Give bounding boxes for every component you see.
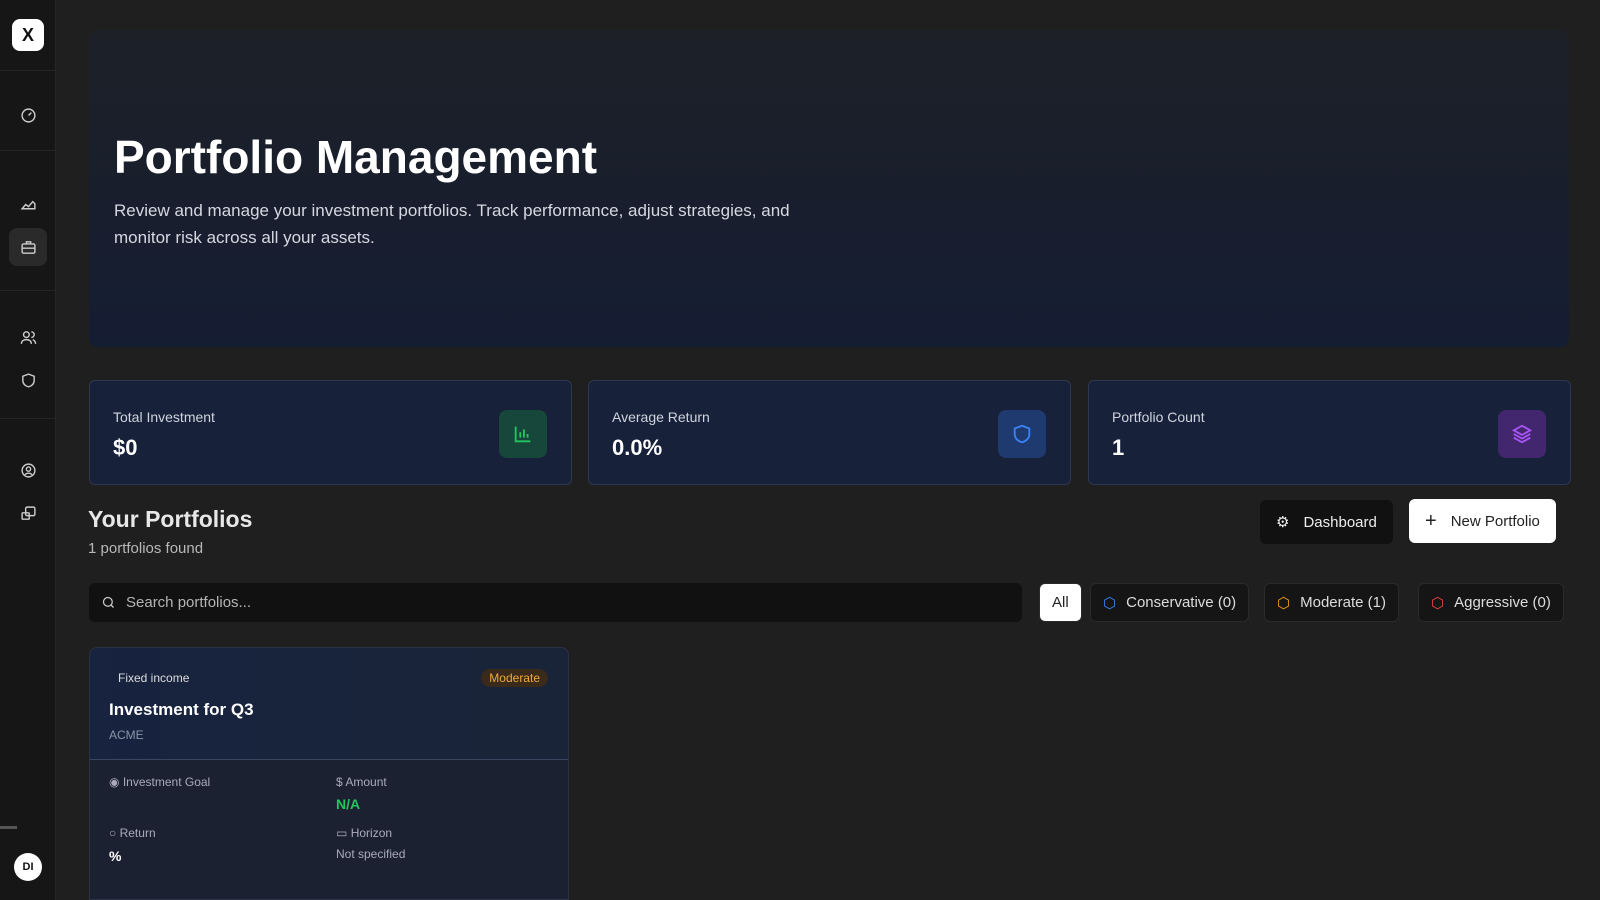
bar-chart-icon	[499, 410, 547, 458]
shield-icon: ⬡	[1277, 594, 1291, 612]
user-circle-icon	[20, 462, 36, 478]
dollar-icon: $	[336, 775, 343, 789]
sidebar-item-clients[interactable]	[9, 318, 47, 356]
search-bar	[89, 583, 1022, 622]
calendar-icon: ▭	[336, 826, 348, 840]
area-chart-icon	[20, 200, 36, 209]
devices-icon	[20, 505, 36, 520]
goal-label: ◉ Investment Goal	[109, 775, 211, 789]
app-logo[interactable]: X	[12, 19, 44, 51]
section-title: Your Portfolios	[88, 506, 253, 532]
divider	[0, 70, 56, 71]
stat-value: $0	[113, 435, 138, 460]
sidebar-item-devices[interactable]	[9, 494, 47, 532]
gear-icon: ⚙	[1276, 514, 1290, 531]
sidebar-item-profile[interactable]	[9, 451, 47, 489]
filter-all[interactable]: All	[1039, 583, 1082, 622]
stat-value: 1	[1112, 435, 1125, 460]
new-portfolio-button[interactable]: + New Portfolio	[1409, 499, 1556, 543]
stat-label: Average Return	[612, 409, 710, 425]
new-portfolio-label: New Portfolio	[1450, 512, 1540, 530]
filter-moderate[interactable]: ⬡ Moderate (1)	[1264, 583, 1399, 622]
target-icon: ◉	[109, 775, 120, 789]
divider	[0, 150, 56, 151]
page-title: Portfolio Management	[114, 131, 598, 183]
avatar[interactable]: DI	[14, 853, 42, 881]
portfolio-type: Fixed income	[118, 671, 190, 685]
sidebar-item-dashboard[interactable]	[9, 96, 47, 134]
filter-label: Conservative (0)	[1126, 594, 1237, 611]
portfolio-client: ACME	[109, 728, 144, 742]
filter-conservative[interactable]: ⬡ Conservative (0)	[1090, 583, 1250, 622]
divider	[0, 418, 56, 419]
search-icon	[102, 596, 114, 608]
layers-icon	[1498, 410, 1546, 458]
sidebar-item-security[interactable]	[9, 361, 47, 399]
portfolio-card[interactable]: Fixed income Moderate Investment for Q3 …	[89, 647, 569, 900]
circle-icon: ○	[109, 826, 117, 840]
shield-icon	[998, 410, 1046, 458]
return-value: %	[109, 848, 122, 864]
sidebar-item-analytics[interactable]	[9, 185, 47, 223]
amount-value: N/A	[336, 796, 361, 812]
stat-label: Portfolio Count	[1112, 409, 1205, 425]
gauge-icon	[20, 107, 36, 123]
users-icon	[20, 330, 36, 344]
risk-badge: Moderate	[481, 669, 548, 687]
sidebar: X DI	[0, 0, 56, 900]
shield-icon	[21, 372, 35, 388]
page-description: Review and manage your investment portfo…	[114, 201, 790, 247]
briefcase-icon	[20, 240, 36, 254]
dashboard-button[interactable]: ⚙ Dashboard	[1260, 500, 1393, 544]
dashboard-label: Dashboard	[1303, 513, 1377, 531]
filter-label: Aggressive (0)	[1454, 594, 1551, 611]
portfolio-count-text: 1 portfolios found	[88, 540, 204, 557]
filter-aggressive[interactable]: ⬡ Aggressive (0)	[1418, 583, 1564, 622]
stat-total-investment: Total Investment $0	[89, 380, 572, 485]
search-input[interactable]	[126, 594, 1022, 611]
divider	[0, 290, 56, 291]
horizon-value: Not specified	[336, 847, 406, 861]
plus-icon: +	[1425, 509, 1437, 532]
stat-value: 0.0%	[612, 435, 663, 460]
amount-label: $ Amount	[336, 775, 387, 789]
filter-label: All	[1052, 594, 1069, 611]
portfolio-name: Investment for Q3	[109, 700, 254, 719]
stat-average-return: Average Return 0.0%	[588, 380, 1071, 485]
scrollbar[interactable]	[0, 826, 17, 829]
stat-label: Total Investment	[113, 409, 215, 425]
shield-icon: ⬡	[1431, 594, 1445, 612]
hero-banner: Portfolio Management Review and manage y…	[89, 30, 1569, 347]
sidebar-item-portfolios[interactable]	[9, 228, 47, 266]
return-label: ○ Return	[109, 826, 156, 840]
horizon-label: ▭ Horizon	[336, 826, 393, 840]
stat-portfolio-count: Portfolio Count 1	[1088, 380, 1571, 485]
shield-icon: ⬡	[1103, 594, 1117, 612]
filter-label: Moderate (1)	[1300, 594, 1386, 611]
